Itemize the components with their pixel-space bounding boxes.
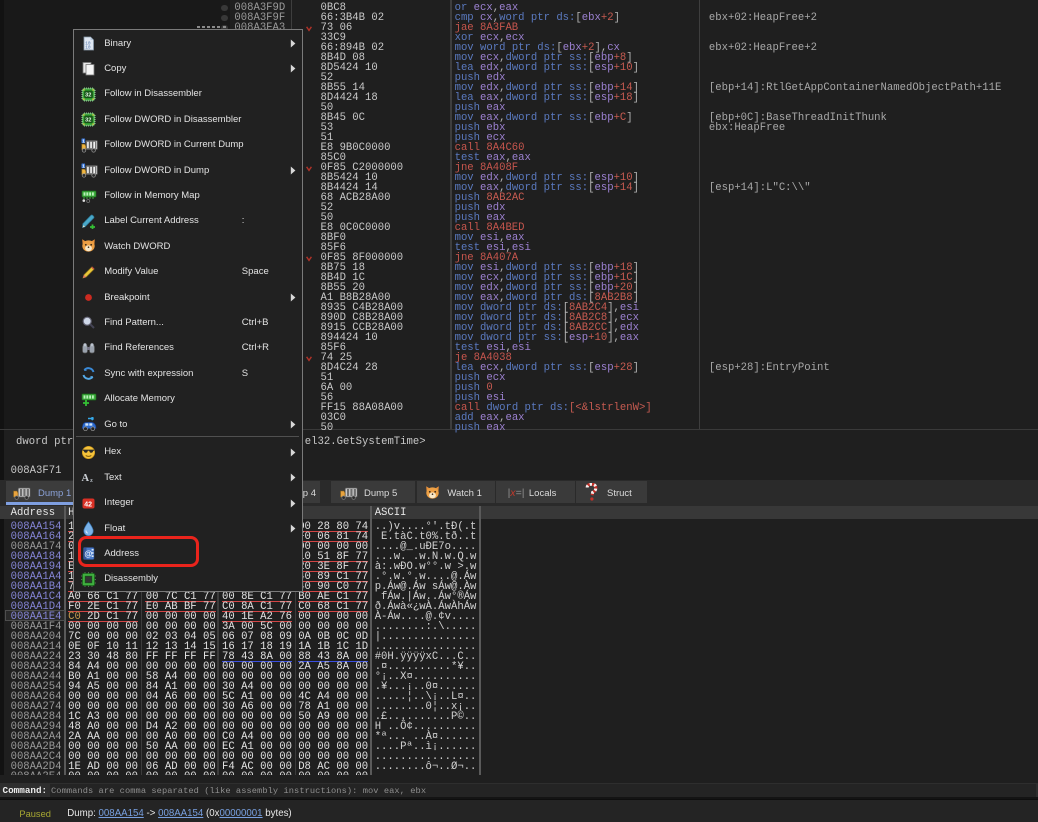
svg-text:10: 10 (85, 45, 91, 51)
svg-text:42: 42 (84, 501, 92, 508)
svg-text:1: 1 (82, 164, 85, 169)
svg-text:z: z (90, 477, 93, 484)
svg-text:32: 32 (85, 92, 91, 98)
svg-text:32: 32 (85, 118, 91, 124)
svg-text:1: 1 (82, 138, 85, 143)
svg-text:A: A (82, 473, 90, 484)
